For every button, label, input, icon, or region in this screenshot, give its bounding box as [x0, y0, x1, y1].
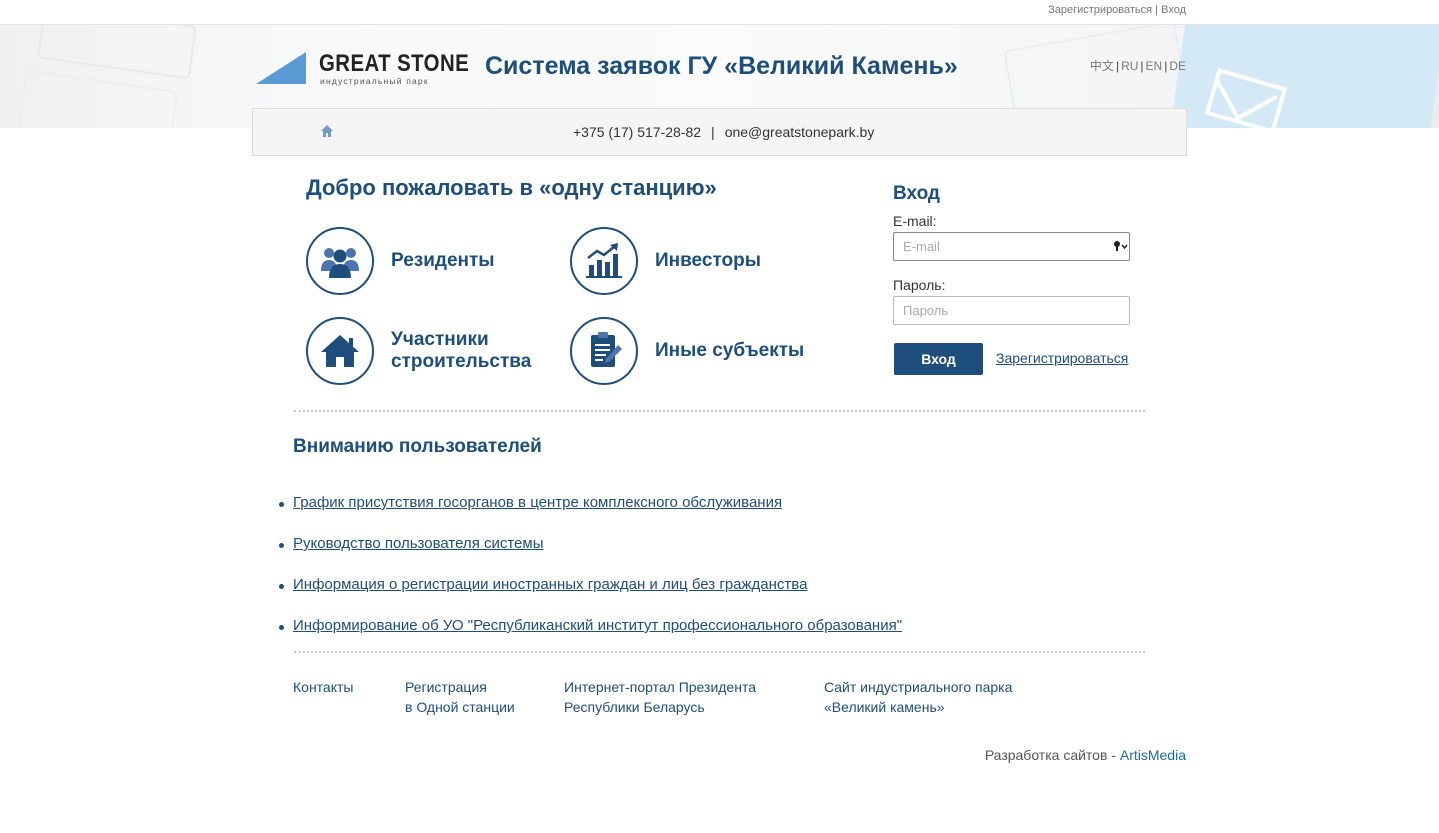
notices-list: График присутствия госорганов в центре к…: [278, 494, 902, 658]
developer-link[interactable]: ArtisMedia: [1120, 747, 1186, 763]
footer-divider: [294, 651, 1145, 653]
email-field[interactable]: [893, 232, 1130, 261]
notice-link[interactable]: График присутствия госорганов в центре к…: [293, 494, 782, 511]
logo-subtitle: индустриальный парк: [320, 76, 429, 86]
top-register-link[interactable]: Зарегистрироваться: [1048, 4, 1152, 16]
site-title: Система заявок ГУ «Великий Камень»: [485, 52, 958, 80]
footer-link-park-site[interactable]: Сайт индустриального парка «Великий каме…: [824, 677, 1012, 717]
lang-zh[interactable]: 中文: [1090, 59, 1114, 73]
keyboard-key-decoration: [15, 69, 179, 128]
contact-phone: +375 (17) 517-28-82: [573, 124, 702, 140]
list-item: Руководство пользователя системы: [278, 535, 902, 576]
developer-credit-prefix: Разработка сайтов -: [984, 747, 1120, 763]
home-icon[interactable]: [320, 124, 334, 138]
category-residents[interactable]: Резиденты: [306, 227, 541, 295]
footer-link-president-portal[interactable]: Интернет-портал Президента Республики Бе…: [564, 677, 756, 717]
email-label: E-mail:: [893, 213, 937, 229]
logo-name: GREAT STONE: [319, 50, 470, 77]
document-pen-icon: [570, 317, 638, 385]
footer-link-registration[interactable]: Регистрация в Одной станции: [405, 677, 515, 717]
top-auth-separator: |: [1152, 4, 1162, 16]
contact-bar: +375 (17) 517-28-82 | one@greatstonepark.b…: [252, 108, 1187, 156]
top-login-link[interactable]: Вход: [1161, 4, 1186, 16]
notices-heading: Вниманию пользователей: [293, 436, 542, 457]
logo-triangle-icon: [256, 52, 306, 84]
category-construction[interactable]: Участники строительства: [306, 317, 541, 385]
notice-link[interactable]: Информирование об УО "Республиканский ин…: [293, 617, 902, 634]
category-investors[interactable]: Инвесторы: [570, 227, 805, 295]
section-divider: [294, 410, 1145, 412]
contact-separator: |: [711, 124, 715, 140]
list-item: Информация о регистрации иностранных гра…: [278, 576, 902, 617]
list-item: График присутствия госорганов в центре к…: [278, 494, 902, 535]
top-bar: Зарегистрироваться | Вход: [0, 0, 1439, 25]
house-icon: [306, 317, 374, 385]
growth-chart-icon: [570, 227, 638, 295]
top-auth-links: Зарегистрироваться | Вход: [1048, 4, 1186, 16]
notice-link[interactable]: Информация о регистрации иностранных гра…: [293, 576, 807, 593]
category-label: Участники строительства: [391, 329, 532, 372]
welcome-heading: Добро пожаловать в «одну станцию»: [306, 175, 717, 200]
password-label: Пароль:: [893, 277, 946, 293]
category-label: Резиденты: [391, 250, 495, 271]
category-label: Иные субъекты: [655, 340, 805, 361]
developer-credit: Разработка сайтов - ArtisMedia: [985, 747, 1186, 763]
password-manager-key-icon[interactable]: [1113, 240, 1129, 252]
people-icon: [306, 227, 374, 295]
contact-email[interactable]: one@greatstonepark.by: [725, 124, 875, 140]
lang-de[interactable]: DE: [1169, 59, 1186, 73]
register-link[interactable]: Зарегистрироваться: [996, 350, 1128, 366]
notice-link[interactable]: Руководство пользователя системы: [293, 535, 544, 552]
category-label: Инвесторы: [655, 250, 761, 271]
keyboard-key-decoration: [36, 25, 198, 80]
language-switcher: 中文 | RU | EN | DE: [1089, 59, 1186, 73]
login-button[interactable]: Вход: [894, 343, 983, 375]
category-other[interactable]: Иные субъекты: [570, 317, 805, 385]
footer-link-contacts[interactable]: Контакты: [293, 677, 353, 697]
login-title: Вход: [893, 183, 940, 204]
site-logo[interactable]: GREAT STONE индустриальный парк: [256, 50, 469, 88]
lang-en[interactable]: EN: [1146, 59, 1163, 73]
password-field[interactable]: [893, 296, 1130, 325]
contact-info: +375 (17) 517-28-82 | one@greatstonepark.b…: [573, 124, 874, 140]
lang-ru[interactable]: RU: [1121, 59, 1138, 73]
